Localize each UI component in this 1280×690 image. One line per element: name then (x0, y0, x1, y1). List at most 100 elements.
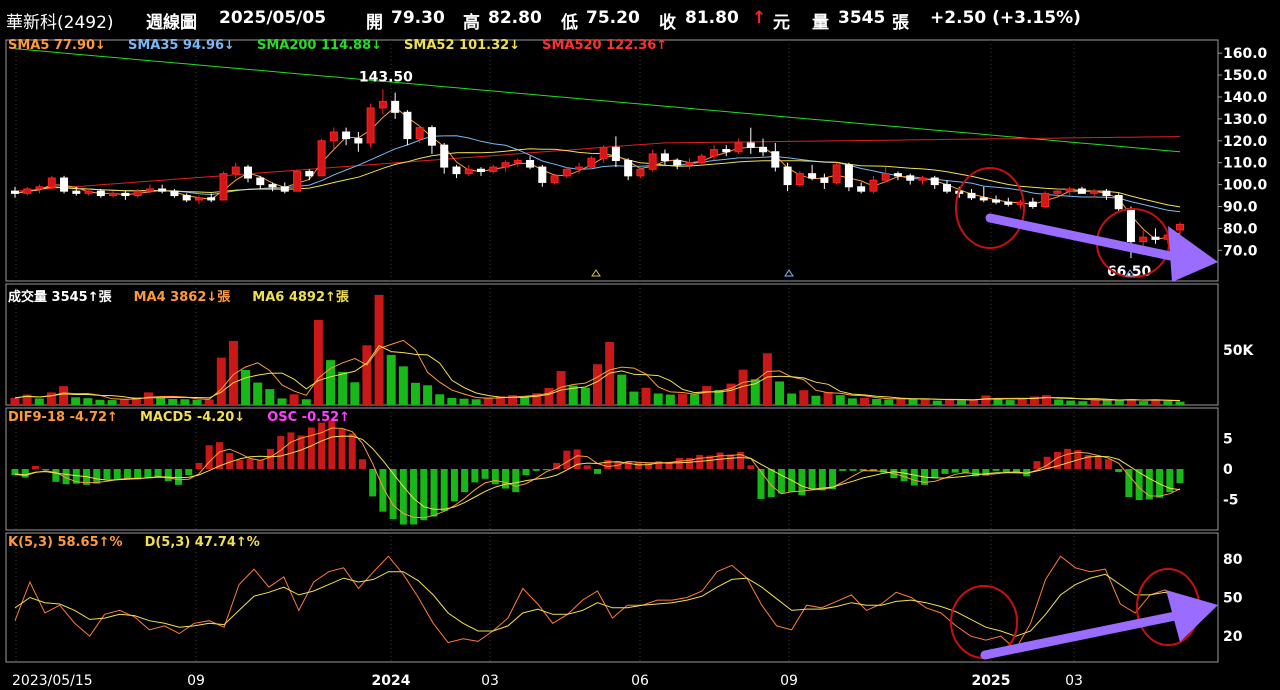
candle-body (268, 184, 277, 188)
volume-bar (932, 400, 942, 405)
candle-body (771, 151, 780, 168)
sma520-line (14, 136, 1181, 192)
volume-bar (10, 397, 20, 405)
osc-bar (1033, 461, 1041, 469)
candle-body (624, 160, 633, 177)
markup-overlay (591, 167, 1218, 660)
candle-body (820, 177, 829, 183)
candle-body (538, 166, 547, 183)
legend-item: MACD5 -4.20↓ (139, 410, 246, 425)
volume-bar (1139, 401, 1149, 405)
price-tick-label: 120.0 (1223, 134, 1268, 150)
candle-body (943, 184, 951, 192)
legend-item: D(5,3) 47.74↑% (144, 535, 260, 550)
candle-body (526, 160, 535, 168)
volume-bar (107, 400, 117, 405)
candle-body (710, 149, 718, 157)
candle-body (23, 188, 32, 194)
candle-body (599, 146, 608, 159)
candle-body (219, 173, 228, 201)
osc-bar (307, 427, 315, 469)
candle-body (109, 192, 118, 197)
volume-bar (398, 366, 408, 405)
osc-bar (900, 469, 908, 482)
osc-bar (1145, 469, 1153, 500)
volume-bar (1017, 398, 1027, 405)
candle-body (906, 175, 915, 181)
candle-body (84, 190, 93, 194)
macd-tick-label: 5 (1223, 432, 1233, 448)
candle-body (857, 186, 866, 192)
osc-bar (563, 450, 571, 469)
volume-bar (34, 398, 44, 405)
osc-bar (420, 469, 428, 521)
volume-bar (1163, 400, 1173, 405)
legend-item: DIF9-18 -4.72↑ (8, 410, 118, 425)
candle-body (60, 177, 69, 192)
volume-bar (447, 397, 457, 405)
osc-bar (481, 469, 489, 479)
volume-bar (811, 395, 821, 405)
macd-histogram (11, 420, 1184, 525)
volume-bar (617, 374, 627, 405)
volume-bar (180, 399, 190, 405)
volume-bar (338, 371, 348, 405)
osc-bar (839, 469, 847, 471)
candle-body (280, 186, 289, 192)
volume-bar (350, 382, 360, 405)
candle-body (562, 168, 571, 177)
legend-item: MA4 3862↓張 (133, 290, 231, 305)
marker-triangle (591, 269, 601, 277)
volume-legend: 成交量 3545↑張 MA4 3862↓張 MA6 4892↑張 (8, 286, 371, 305)
candle-body (1176, 223, 1184, 231)
volume-bar (59, 386, 69, 405)
candle-body (317, 140, 326, 177)
kd-tick-label: 80 (1223, 552, 1243, 568)
candle-body (869, 179, 878, 192)
up-arrow-icon (1166, 590, 1218, 642)
volume-bar (653, 393, 663, 405)
volume-bar (690, 394, 700, 405)
candle-body (354, 138, 363, 144)
price-tick-label: 150.0 (1223, 68, 1268, 84)
volume-bar (835, 395, 845, 405)
legend-item: 成交量 3545↑張 (8, 290, 112, 305)
x-tick-label: 2023/05/15 (12, 673, 93, 689)
volume-bar (629, 391, 639, 405)
osc-bar (757, 469, 765, 499)
macd-legend: DIF9-18 -4.72↑ MACD5 -4.20↓ OSC -0.52↑ (8, 410, 372, 425)
candle-body (783, 166, 792, 186)
candle-body (11, 190, 19, 194)
volume-bar (908, 399, 918, 405)
candle-body (452, 166, 461, 175)
volume-bar (168, 398, 178, 405)
osc-bar (491, 469, 499, 485)
candle-body (930, 177, 939, 186)
candle-body (550, 175, 559, 183)
candle-body (158, 188, 167, 192)
osc-bar (502, 469, 510, 489)
volume-bar (1042, 395, 1052, 405)
osc-bar (399, 469, 407, 525)
macd-tick-label: 0 (1223, 462, 1233, 478)
candle-body (366, 107, 375, 144)
volume-bar (1066, 400, 1076, 405)
legend-item: OSC -0.52↑ (267, 410, 351, 425)
sma200-line (14, 48, 1181, 153)
osc-bar (726, 454, 734, 469)
x-tick-label: 03 (1065, 673, 1083, 689)
candle-body (47, 177, 56, 188)
osc-bar (941, 469, 949, 474)
candle-body (1139, 236, 1148, 243)
candle-body (1114, 195, 1123, 210)
volume-bar (884, 399, 894, 405)
osc-bar (236, 459, 244, 469)
candle-body (881, 173, 890, 181)
osc-bar (318, 422, 326, 469)
volume-bar (289, 394, 299, 405)
osc-bar (1094, 456, 1102, 469)
candle-body (391, 100, 400, 113)
candle-body (808, 173, 817, 179)
volume-bar (95, 399, 105, 405)
volume-bar (1114, 400, 1124, 405)
